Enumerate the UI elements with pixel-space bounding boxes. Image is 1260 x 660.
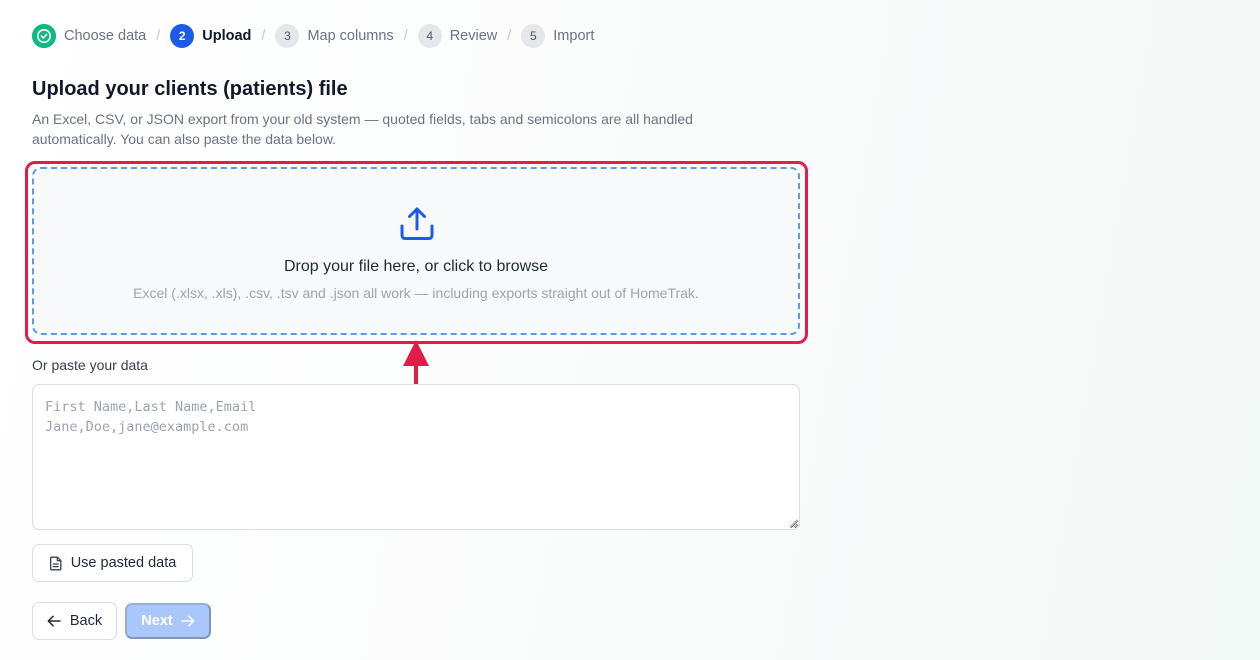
back-button[interactable]: Back — [32, 602, 117, 640]
step-number: 4 — [417, 24, 442, 48]
step-separator: / — [507, 28, 512, 44]
paste-label: Or paste your data — [32, 357, 148, 373]
step-separator: / — [156, 28, 161, 44]
arrow-left-icon — [47, 615, 61, 627]
wizard-stepper: Choose data / 2 Upload / 3 Map columns /… — [32, 24, 594, 48]
step-review: 4 Review — [417, 24, 498, 48]
dropzone-hint: Excel (.xlsx, .xls), .csv, .tsv and .jso… — [133, 285, 699, 301]
back-label: Back — [69, 613, 103, 629]
paste-textarea[interactable] — [32, 384, 800, 530]
step-number: 3 — [275, 24, 300, 48]
step-import: 5 Import — [521, 24, 594, 48]
step-map-columns: 3 Map columns — [275, 24, 394, 48]
document-icon — [49, 556, 62, 570]
step-number: 5 — [521, 24, 546, 48]
step-separator: / — [261, 28, 266, 44]
page-title: Upload your clients (patients) file — [32, 78, 348, 100]
next-button[interactable]: Next — [125, 603, 211, 639]
check-icon — [32, 24, 56, 48]
dropzone-title: Drop your file here, or click to browse — [283, 258, 549, 275]
step-label: Upload — [202, 28, 252, 44]
upload-icon — [400, 207, 434, 240]
step-separator: / — [403, 28, 408, 44]
use-pasted-data-label: Use pasted data — [70, 555, 177, 571]
next-label: Next — [141, 613, 173, 629]
use-pasted-data-button[interactable]: Use pasted data — [32, 544, 193, 582]
step-label: Choose data — [64, 28, 147, 44]
resize-grip-icon[interactable] — [788, 518, 798, 528]
file-dropzone[interactable]: Drop your file here, or click to browse … — [32, 167, 800, 335]
step-label: Review — [449, 28, 498, 44]
arrow-right-icon — [180, 615, 195, 627]
step-label: Map columns — [307, 28, 394, 44]
step-upload: 2 Upload — [170, 24, 251, 48]
step-label: Import — [553, 28, 595, 44]
step-choose-data[interactable]: Choose data — [32, 24, 146, 48]
step-number: 2 — [170, 24, 195, 48]
page-description: An Excel, CSV, or JSON export from your … — [32, 111, 693, 147]
